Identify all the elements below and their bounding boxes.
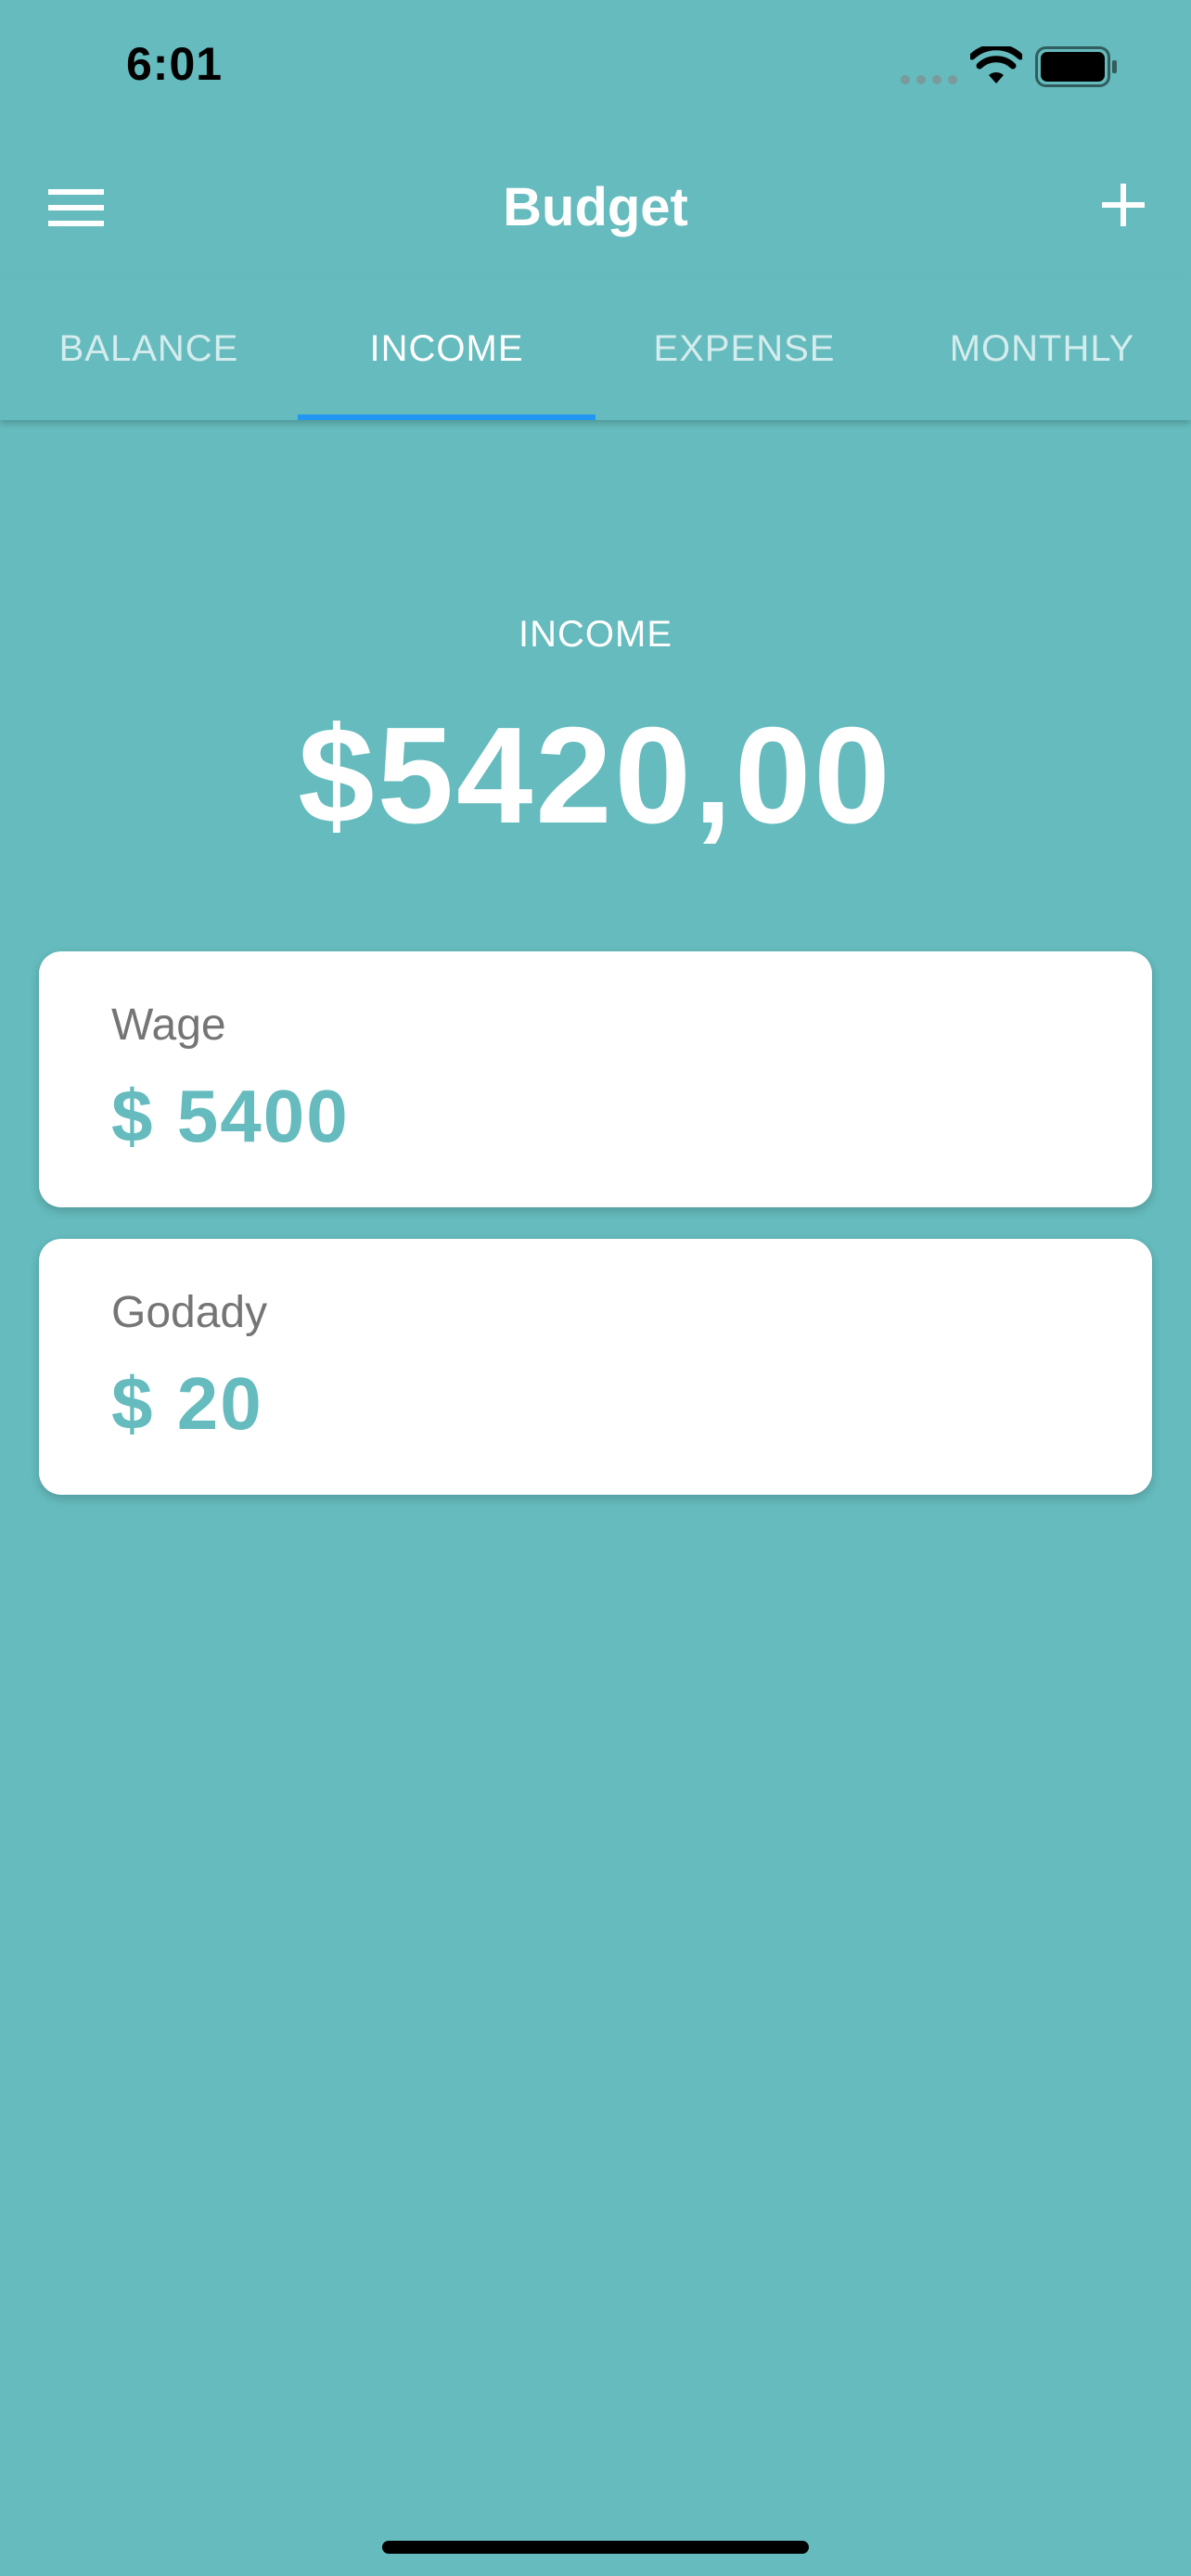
page-title: Budget xyxy=(503,177,688,237)
income-item-name: Godady xyxy=(111,1288,268,1337)
tab-monthly[interactable]: MONTHLY xyxy=(893,278,1191,420)
income-card-godady[interactable]: Godady $ 20 xyxy=(39,1239,1152,1495)
tab-label: INCOME xyxy=(369,328,524,369)
status-time: 6:01 xyxy=(126,38,224,90)
summary-amount: $5420,00 xyxy=(298,699,893,852)
tab-label: MONTHLY xyxy=(949,328,1135,369)
add-icon[interactable] xyxy=(1100,182,1146,228)
tab-bar: BALANCE INCOME EXPENSE MONTHLY xyxy=(0,278,1191,420)
home-indicator xyxy=(382,2541,809,2554)
tab-label: EXPENSE xyxy=(653,328,836,369)
signal-dots-icon xyxy=(901,75,957,84)
income-card-wage[interactable]: Wage $ 5400 xyxy=(39,951,1152,1207)
summary-label: INCOME xyxy=(519,614,672,655)
income-item-amount: $ 20 xyxy=(111,1362,263,1445)
tab-income[interactable]: INCOME xyxy=(298,278,596,420)
tab-indicator xyxy=(298,414,596,420)
tab-label: BALANCE xyxy=(58,328,239,369)
income-item-name: Wage xyxy=(111,1001,226,1050)
tab-balance[interactable]: BALANCE xyxy=(0,278,298,420)
status-bar: 6:01 xyxy=(0,0,1191,139)
app-bar: Budget xyxy=(0,139,1191,278)
income-item-amount: $ 5400 xyxy=(111,1075,350,1157)
wifi-icon xyxy=(970,46,1022,83)
tab-expense[interactable]: EXPENSE xyxy=(596,278,893,420)
battery-icon xyxy=(1035,46,1117,87)
